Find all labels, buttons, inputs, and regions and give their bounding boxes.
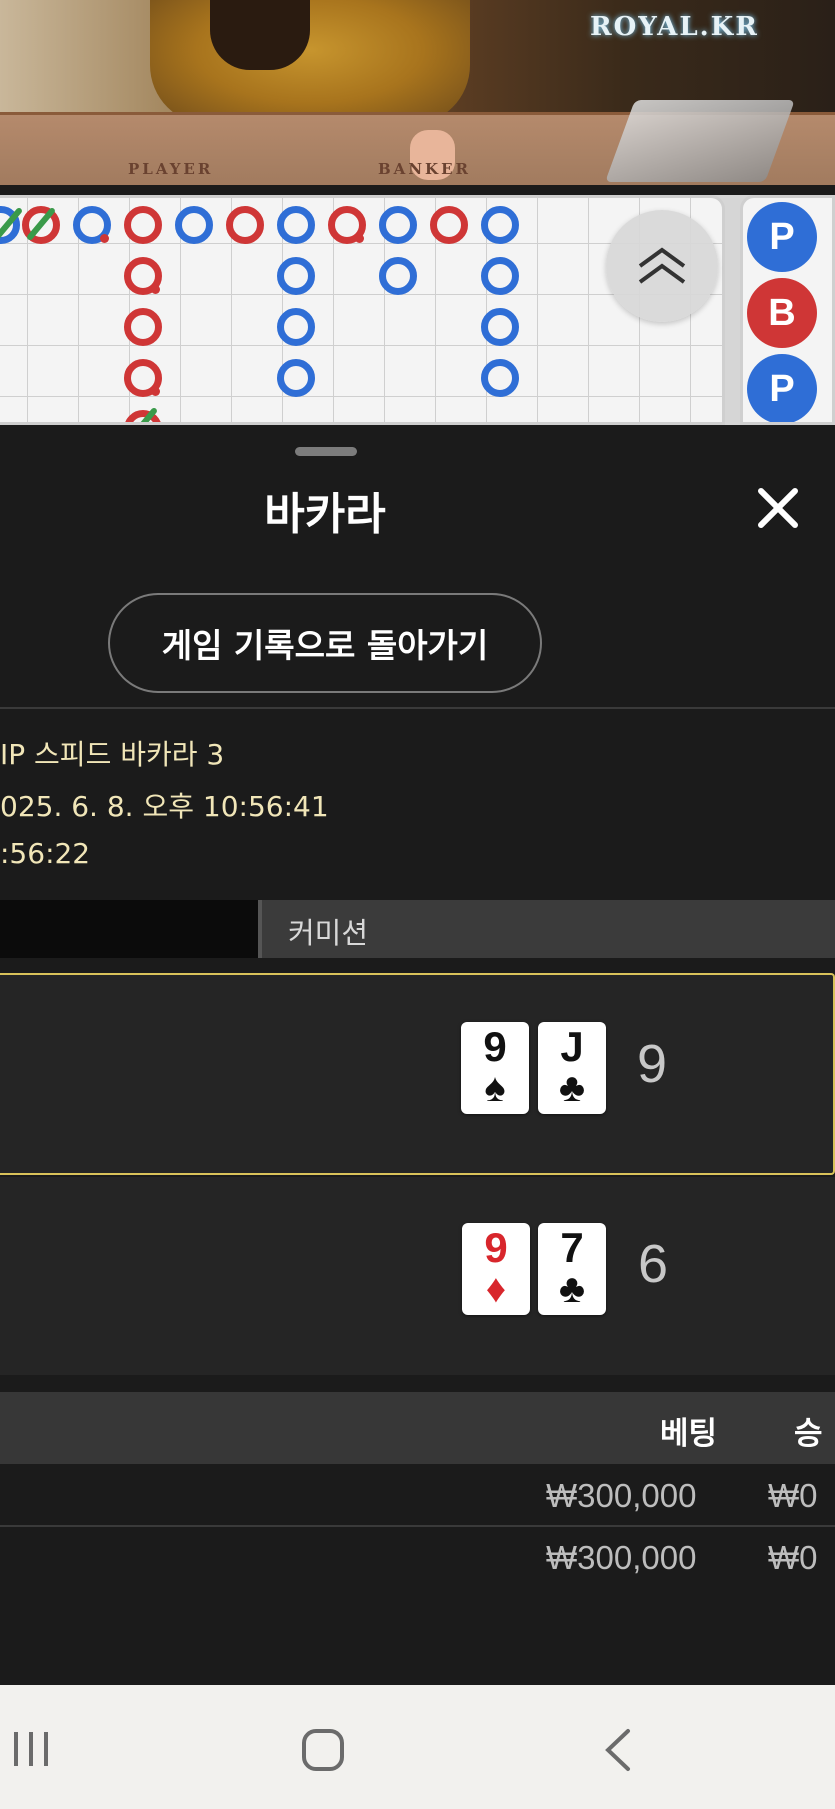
big-road-marker-player [277,257,315,295]
big-road-marker-banker [226,206,264,244]
close-icon[interactable] [755,485,801,531]
game-time-secondary: :56:22 [0,837,91,870]
game-name: IP 스피드 바카라 3 [0,738,225,771]
pair-dot [355,234,364,243]
win-amount: ₩0 [768,1477,818,1514]
divider [0,707,835,709]
big-road-marker-player [379,257,417,295]
drag-handle[interactable] [295,447,357,456]
big-road-marker-player [379,206,417,244]
hand-score: 9 [637,1034,668,1094]
big-road-marker-player [481,359,519,397]
recent-apps-icon[interactable] [10,1728,52,1770]
big-road-marker-player [481,308,519,346]
bet-type-tabs: 커미션 [0,900,835,958]
hand-row-winner: 9 ♠ J ♣ 9 [0,973,835,1175]
pair-dot [151,387,160,396]
bead-road-item: P [747,202,817,272]
bead-road-item: B [747,278,817,348]
big-road-marker-player [277,359,315,397]
divider [0,1525,835,1527]
tab-commission[interactable]: 커미션 [288,910,368,952]
table-label-player: PLAYER [128,160,214,178]
bet-amount: ₩300,000 [546,1539,697,1576]
playing-card: 7 ♣ [538,1223,606,1315]
playing-card: 9 ♠ [461,1022,529,1114]
column-header-win: 승 [794,1416,823,1452]
pair-dot [100,234,109,243]
game-datetime: 025. 6. 8. 오후 10:56:41 [0,790,329,823]
sheet-title: 바카라 [264,489,386,540]
big-road-marker-player [481,206,519,244]
dealer-hair [210,0,310,70]
pair-dot [151,285,160,294]
big-road-marker-player [277,308,315,346]
back-to-history-button[interactable]: 게임 기록으로 돌아가기 [108,593,542,693]
bet-table-row: ₩300,000 ₩0 [0,1529,835,1589]
scroll-up-button[interactable] [606,210,718,322]
tab-selected[interactable] [0,900,262,958]
column-header-bet: 베팅 [660,1416,718,1452]
bet-table-row: ₩300,000 ₩0 [0,1467,835,1527]
big-road-marker-banker [124,308,162,346]
table-label-banker: BANKER [378,160,471,178]
bead-road: P B P [740,195,835,425]
bet-amount: ₩300,000 [546,1477,697,1514]
big-road-marker-player [175,206,213,244]
bead-road-item: P [747,354,817,422]
hand-row: 9 ♦ 7 ♣ 6 [0,1177,835,1375]
system-navigation-bar [0,1685,835,1809]
big-road [0,195,725,425]
hand-score: 6 [638,1234,669,1294]
dealer [150,0,470,125]
card-shoe [605,100,795,182]
back-icon[interactable] [600,1727,636,1773]
bet-table-header: 베팅 승 [0,1392,835,1464]
brand-watermark: ROYAL.KR [590,12,759,42]
big-road-marker-player [481,257,519,295]
chevron-double-up-icon [638,247,686,284]
live-video-stream: ROYAL.KR PLAYER BANKER [0,0,835,185]
big-road-marker-banker [430,206,468,244]
win-amount: ₩0 [768,1539,818,1576]
playing-card: J ♣ [538,1022,606,1114]
big-road-marker-player [277,206,315,244]
game-detail-sheet: 바카라 게임 기록으로 돌아가기 IP 스피드 바카라 3 025. 6. 8.… [0,425,835,1685]
playing-card: 9 ♦ [462,1223,530,1315]
big-road-marker-banker [124,206,162,244]
scoreboard: P B P [0,195,835,425]
home-icon[interactable] [300,1727,346,1773]
